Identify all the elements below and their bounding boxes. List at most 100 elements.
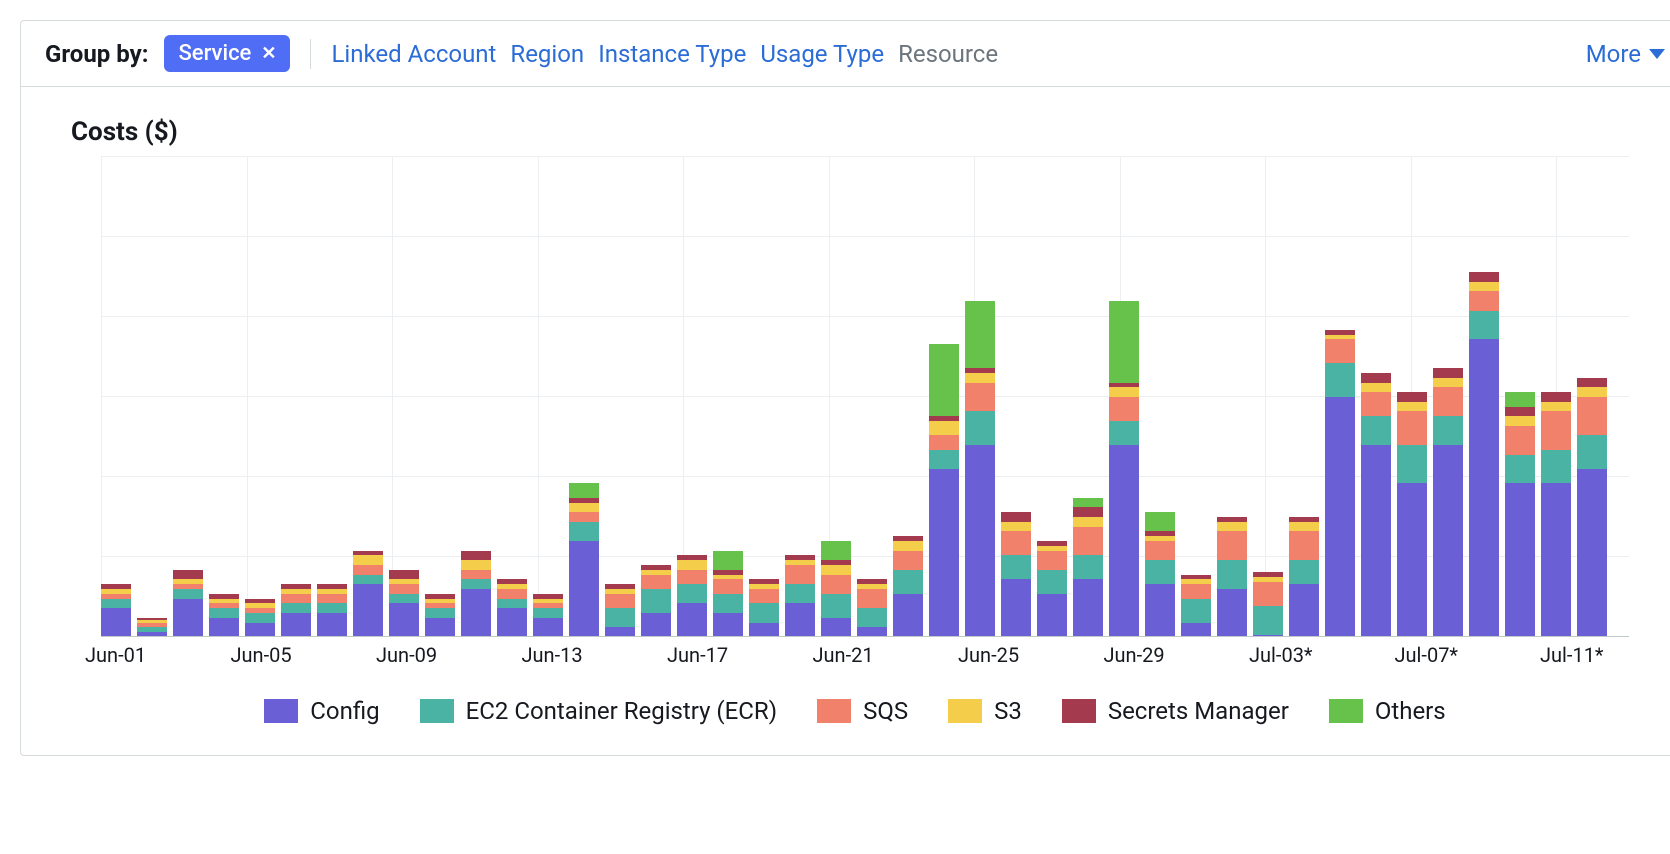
bar-segment bbox=[677, 560, 707, 570]
bar-segment bbox=[1505, 416, 1535, 426]
bar-column[interactable] bbox=[857, 157, 887, 637]
bar-column[interactable] bbox=[1433, 157, 1463, 637]
bar-column[interactable] bbox=[1073, 157, 1103, 637]
bar-column[interactable] bbox=[497, 157, 527, 637]
x-tick bbox=[1447, 637, 1483, 677]
bar-column[interactable] bbox=[1181, 157, 1211, 637]
bar-segment bbox=[605, 594, 635, 608]
group-by-chip-service[interactable]: Service ✕ bbox=[164, 35, 290, 72]
chart-title: Costs ($) bbox=[71, 117, 1659, 147]
swatch-icon bbox=[817, 699, 851, 723]
bar-segment bbox=[677, 603, 707, 637]
bar-segment bbox=[353, 555, 383, 565]
bar-column[interactable] bbox=[317, 157, 347, 637]
bar-column[interactable] bbox=[569, 157, 599, 637]
legend-item-ecr[interactable]: EC2 Container Registry (ECR) bbox=[420, 697, 777, 725]
bar-column[interactable] bbox=[1109, 157, 1139, 637]
bar-column[interactable] bbox=[785, 157, 815, 637]
bar-column[interactable] bbox=[677, 157, 707, 637]
bar-segment bbox=[1397, 392, 1427, 402]
legend-item-others[interactable]: Others bbox=[1329, 697, 1446, 725]
bar-column[interactable] bbox=[425, 157, 455, 637]
bar-column[interactable] bbox=[1217, 157, 1247, 637]
x-tick: Jul-11* bbox=[1556, 637, 1592, 677]
bar-segment bbox=[1397, 445, 1427, 483]
bar-segment bbox=[857, 589, 887, 608]
x-tick bbox=[901, 637, 937, 677]
bar-column[interactable] bbox=[1577, 157, 1607, 637]
bar-column[interactable] bbox=[641, 157, 671, 637]
bar-segment bbox=[929, 435, 959, 449]
tab-region[interactable]: Region bbox=[510, 40, 584, 68]
bar-column[interactable] bbox=[1037, 157, 1067, 637]
x-tick bbox=[319, 637, 355, 677]
toolbar-separator bbox=[310, 39, 311, 69]
bar-segment bbox=[317, 613, 347, 637]
bar-segment bbox=[389, 584, 419, 594]
legend-item-config[interactable]: Config bbox=[264, 697, 379, 725]
bar-column[interactable] bbox=[1325, 157, 1355, 637]
bar-column[interactable] bbox=[965, 157, 995, 637]
bar-segment bbox=[893, 594, 923, 637]
bar-column[interactable] bbox=[461, 157, 491, 637]
bar-column[interactable] bbox=[1469, 157, 1499, 637]
bar-column[interactable] bbox=[749, 157, 779, 637]
tab-resource: Resource bbox=[898, 40, 998, 68]
bar-segment bbox=[749, 589, 779, 603]
x-tick bbox=[1156, 637, 1192, 677]
x-tick bbox=[428, 637, 464, 677]
bar-column[interactable] bbox=[605, 157, 635, 637]
bar-segment bbox=[1397, 402, 1427, 412]
bar-column[interactable] bbox=[893, 157, 923, 637]
swatch-icon bbox=[1062, 699, 1096, 723]
bar-column[interactable] bbox=[173, 157, 203, 637]
bar-column[interactable] bbox=[389, 157, 419, 637]
bar-segment bbox=[569, 483, 599, 497]
bar-segment bbox=[1505, 426, 1535, 455]
bar-column[interactable] bbox=[1361, 157, 1391, 637]
tab-linked-account[interactable]: Linked Account bbox=[331, 40, 496, 68]
bar-segment bbox=[173, 570, 203, 580]
bar-column[interactable] bbox=[1253, 157, 1283, 637]
tab-usage-type[interactable]: Usage Type bbox=[760, 40, 884, 68]
bar-segment bbox=[1505, 455, 1535, 484]
bar-segment bbox=[1217, 560, 1247, 589]
bar-column[interactable] bbox=[137, 157, 167, 637]
close-icon[interactable]: ✕ bbox=[261, 43, 276, 64]
swatch-icon bbox=[948, 699, 982, 723]
bar-column[interactable] bbox=[1541, 157, 1571, 637]
bar-segment bbox=[1361, 416, 1391, 445]
bar-segment bbox=[1181, 599, 1211, 623]
bar-column[interactable] bbox=[713, 157, 743, 637]
bar-column[interactable] bbox=[929, 157, 959, 637]
legend-item-sqs[interactable]: SQS bbox=[817, 697, 908, 725]
bar-column[interactable] bbox=[1505, 157, 1535, 637]
bar-segment bbox=[101, 599, 131, 609]
bar-column[interactable] bbox=[1001, 157, 1031, 637]
bar-column[interactable] bbox=[1397, 157, 1427, 637]
bar-segment bbox=[893, 570, 923, 594]
chip-label: Service bbox=[178, 41, 251, 66]
legend-item-s3[interactable]: S3 bbox=[948, 697, 1022, 725]
bar-segment bbox=[749, 603, 779, 622]
bar-column[interactable] bbox=[281, 157, 311, 637]
bar-segment bbox=[965, 383, 995, 412]
x-tick: Jun-21 bbox=[829, 637, 865, 677]
x-tick: Jun-17 bbox=[683, 637, 719, 677]
more-dropdown[interactable]: More bbox=[1586, 40, 1665, 68]
bar-column[interactable] bbox=[533, 157, 563, 637]
bar-column[interactable] bbox=[353, 157, 383, 637]
bar-segment bbox=[821, 575, 851, 594]
bar-segment bbox=[1001, 579, 1031, 637]
bar-column[interactable] bbox=[821, 157, 851, 637]
bar-column[interactable] bbox=[245, 157, 275, 637]
bar-column[interactable] bbox=[101, 157, 131, 637]
tab-instance-type[interactable]: Instance Type bbox=[598, 40, 746, 68]
legend-item-secrets[interactable]: Secrets Manager bbox=[1062, 697, 1289, 725]
bar-segment bbox=[1577, 397, 1607, 435]
bar-segment bbox=[1145, 560, 1175, 584]
bar-column[interactable] bbox=[1289, 157, 1319, 637]
x-tick bbox=[610, 637, 646, 677]
bar-column[interactable] bbox=[1145, 157, 1175, 637]
bar-column[interactable] bbox=[209, 157, 239, 637]
